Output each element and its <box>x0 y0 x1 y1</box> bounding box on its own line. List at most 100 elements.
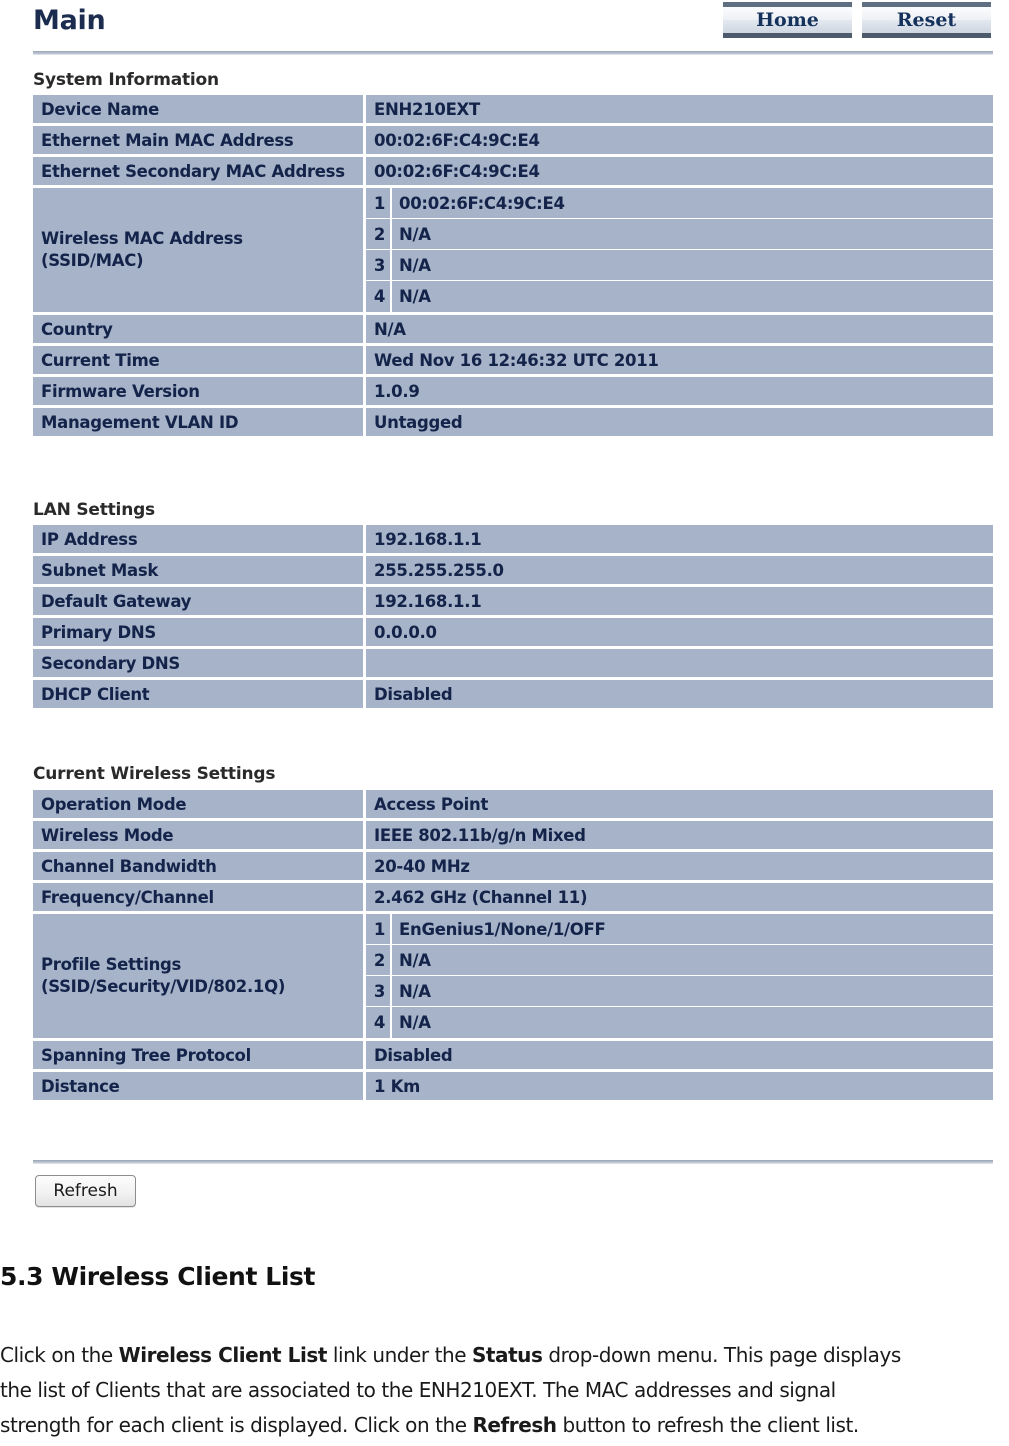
row-value: 1 Km <box>366 1072 993 1103</box>
row-value-group: 1 EnGenius1/None/1/OFF 2 N/A 3 N/A 4 N/A <box>366 914 993 1041</box>
table-row: DHCP Client Disabled <box>33 680 993 711</box>
row-label: DHCP Client <box>33 680 367 711</box>
table-row-wireless-mac: Wireless MAC Address (SSID/MAC) 1 00:02:… <box>33 188 993 315</box>
sub-index: 2 <box>366 945 393 976</box>
doc-paragraph-line-2: the list of Clients that are associated … <box>0 1378 836 1402</box>
sub-index: 1 <box>366 188 393 219</box>
row-label: Channel Bandwidth <box>33 852 367 883</box>
sub-index: 3 <box>366 976 393 1007</box>
row-value <box>366 649 993 680</box>
doc-text: strength for each client is displayed. C… <box>0 1413 473 1437</box>
row-value: Disabled <box>366 680 993 711</box>
row-value: IEEE 802.11b/g/n Mixed <box>366 821 993 852</box>
row-value: 00:02:6F:C4:9C:E4 <box>366 157 993 188</box>
row-label: Device Name <box>33 95 367 126</box>
router-admin-screenshot: Main Home Reset System Information Devic… <box>0 0 1009 1232</box>
table-row-profile-settings: Profile Settings (SSID/Security/VID/802.… <box>33 914 993 1041</box>
table-row: Subnet Mask 255.255.255.0 <box>33 556 993 587</box>
row-label: Firmware Version <box>33 377 367 408</box>
row-label: Wireless Mode <box>33 821 367 852</box>
table-row: Management VLAN ID Untagged <box>33 408 993 439</box>
doc-paragraph-line-3: strength for each client is displayed. C… <box>0 1408 1009 1443</box>
row-label: Default Gateway <box>33 587 367 618</box>
sub-index: 1 <box>366 914 393 945</box>
table-row: Firmware Version 1.0.9 <box>33 377 993 408</box>
row-label: Ethernet Main MAC Address <box>33 126 367 157</box>
row-value-group: 1 00:02:6F:C4:9C:E4 2 N/A 3 N/A 4 N/A <box>366 188 993 315</box>
top-button-group: Home Reset <box>723 2 991 38</box>
table-row: Ethernet Secondary MAC Address 00:02:6F:… <box>33 157 993 188</box>
sub-value: N/A <box>392 945 993 976</box>
row-label: Wireless MAC Address (SSID/MAC) <box>33 188 367 315</box>
row-label: Frequency/Channel <box>33 883 367 914</box>
list-item: 2 N/A <box>366 219 993 250</box>
profile-settings-subtable: 1 EnGenius1/None/1/OFF 2 N/A 3 N/A 4 N/A <box>366 914 993 1038</box>
sub-value: N/A <box>392 219 993 250</box>
row-label: Current Time <box>33 346 367 377</box>
sub-index: 4 <box>366 281 393 312</box>
row-label: IP Address <box>33 525 367 556</box>
lan-settings-table: IP Address 192.168.1.1 Subnet Mask 255.2… <box>33 525 993 711</box>
list-item: 3 N/A <box>366 250 993 281</box>
row-label: Subnet Mask <box>33 556 367 587</box>
row-label: Operation Mode <box>33 790 367 821</box>
row-label-line2: (SSID/Security/VID/802.1Q) <box>41 977 286 996</box>
sub-value: N/A <box>392 281 993 312</box>
row-label-line1: Wireless MAC Address <box>41 228 243 248</box>
row-label: Ethernet Secondary MAC Address <box>33 157 367 188</box>
row-value: 192.168.1.1 <box>366 587 993 618</box>
doc-text-bold-refresh: Refresh <box>472 1413 557 1437</box>
row-value: 192.168.1.1 <box>366 525 993 556</box>
row-value: 00:02:6F:C4:9C:E4 <box>366 126 993 157</box>
system-information-table: Device Name ENH210EXT Ethernet Main MAC … <box>33 95 993 439</box>
section-heading-current-wireless-settings: Current Wireless Settings <box>33 764 276 784</box>
list-item: 3 N/A <box>366 976 993 1007</box>
doc-text-bold-status: Status <box>471 1343 543 1367</box>
sub-index: 3 <box>366 250 393 281</box>
sub-index: 4 <box>366 1007 393 1038</box>
doc-paragraph: Click on the Wireless Client List link u… <box>0 1338 1009 1443</box>
row-label: Secondary DNS <box>33 649 367 680</box>
table-row: Wireless Mode IEEE 802.11b/g/n Mixed <box>33 821 993 852</box>
doc-text-bold-wireless-client-list: Wireless Client List <box>118 1343 328 1367</box>
doc-text: link under the <box>326 1343 472 1367</box>
row-label: Country <box>33 315 367 346</box>
sub-value: N/A <box>392 1007 993 1038</box>
table-row: IP Address 192.168.1.1 <box>33 525 993 556</box>
header-divider <box>33 51 993 55</box>
table-row: Operation Mode Access Point <box>33 790 993 821</box>
list-item: 1 EnGenius1/None/1/OFF <box>366 914 993 945</box>
doc-paragraph-line-1: Click on the Wireless Client List link u… <box>0 1338 1009 1373</box>
row-label: Profile Settings (SSID/Security/VID/802.… <box>33 914 367 1041</box>
page-title: Main <box>33 5 106 36</box>
sub-value: N/A <box>392 976 993 1007</box>
wireless-mac-subtable: 1 00:02:6F:C4:9C:E4 2 N/A 3 N/A 4 N/A <box>366 188 993 312</box>
row-value: 255.255.255.0 <box>366 556 993 587</box>
doc-text: drop-down menu. This page displays <box>542 1343 901 1367</box>
sub-value: 00:02:6F:C4:9C:E4 <box>392 188 993 219</box>
row-value: 1.0.9 <box>366 377 993 408</box>
table-row: Primary DNS 0.0.0.0 <box>33 618 993 649</box>
table-row: Spanning Tree Protocol Disabled <box>33 1041 993 1072</box>
row-label-line1: Profile Settings <box>41 954 182 974</box>
table-row: Secondary DNS <box>33 649 993 680</box>
table-row: Country N/A <box>33 315 993 346</box>
section-heading-system-information: System Information <box>33 70 219 90</box>
row-label: Distance <box>33 1072 367 1103</box>
table-row: Current Time Wed Nov 16 12:46:32 UTC 201… <box>33 346 993 377</box>
row-value: ENH210EXT <box>366 95 993 126</box>
refresh-button[interactable]: Refresh <box>35 1175 136 1207</box>
sub-index: 2 <box>366 219 393 250</box>
table-row: Frequency/Channel 2.462 GHz (Channel 11) <box>33 883 993 914</box>
row-label: Primary DNS <box>33 618 367 649</box>
row-value: Disabled <box>366 1041 993 1072</box>
reset-button[interactable]: Reset <box>862 2 991 38</box>
list-item: 4 N/A <box>366 281 993 312</box>
row-value: 2.462 GHz (Channel 11) <box>366 883 993 914</box>
list-item: 1 00:02:6F:C4:9C:E4 <box>366 188 993 219</box>
footer-divider <box>33 1160 993 1164</box>
row-label-line2: (SSID/MAC) <box>41 251 144 270</box>
doc-section-heading: 5.3 Wireless Client List <box>0 1262 316 1291</box>
row-value: 20-40 MHz <box>366 852 993 883</box>
home-button[interactable]: Home <box>723 2 852 38</box>
